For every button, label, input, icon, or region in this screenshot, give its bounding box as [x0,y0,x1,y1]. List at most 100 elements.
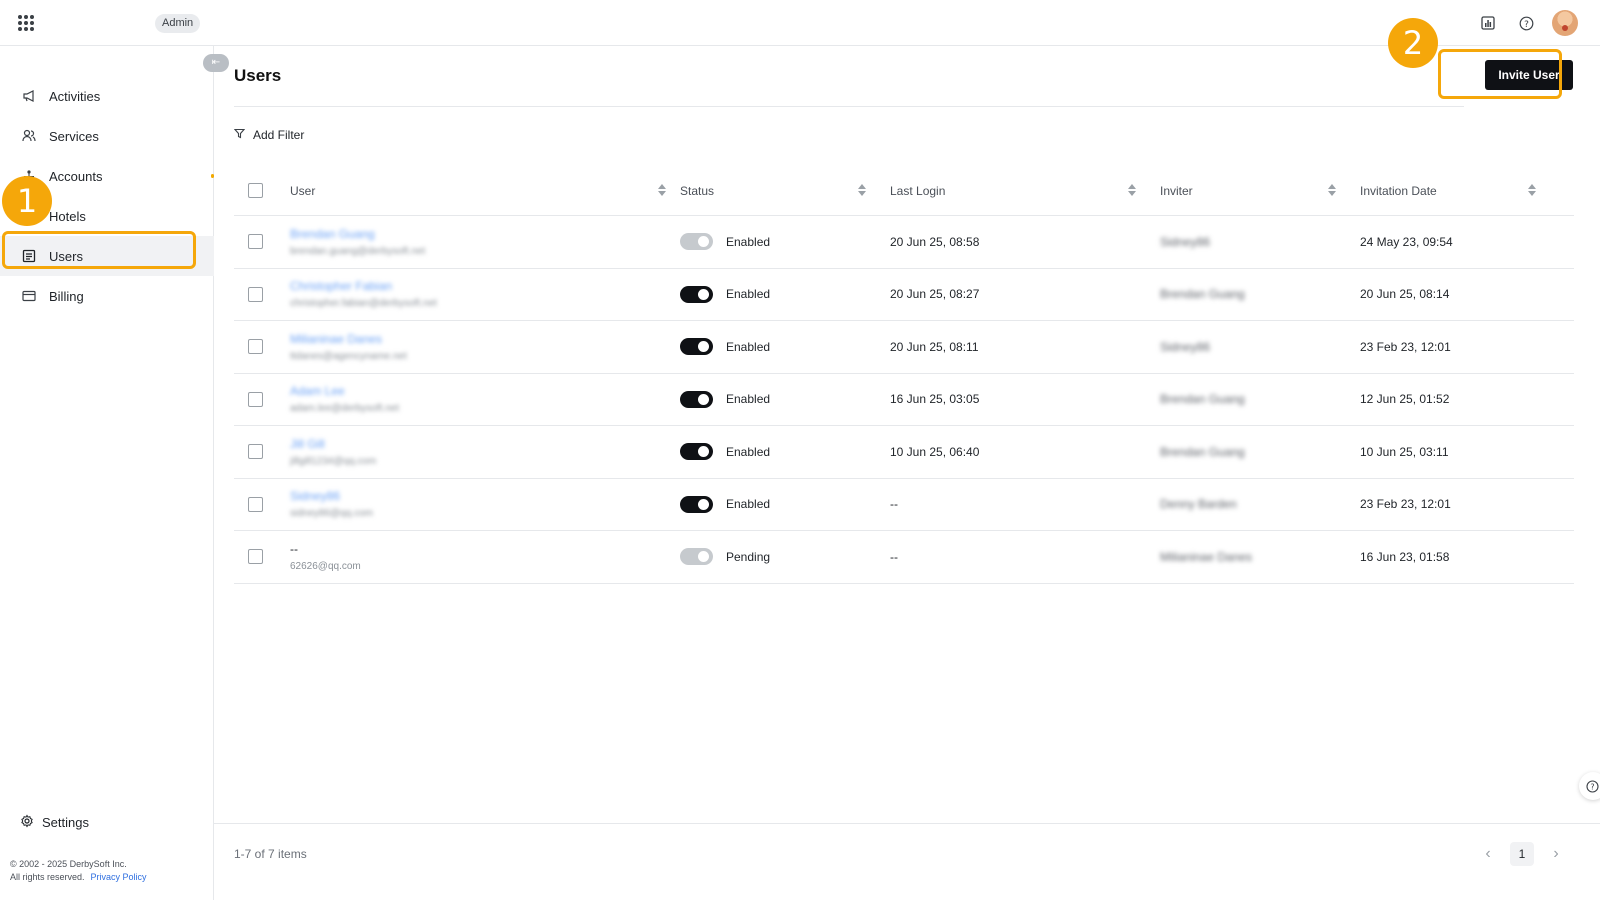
highlight-users-nav [2,231,196,269]
pagination-controls: ‹ 1 › [1480,842,1564,866]
status-toggle[interactable] [680,285,713,303]
column-header-status[interactable]: Status [680,166,880,215]
sort-icon[interactable] [1528,184,1536,196]
main-content: Users Invite User Add Filter User Status… [214,46,1600,900]
page-number[interactable]: 1 [1510,842,1534,866]
add-filter-button[interactable]: Add Filter [233,128,304,142]
status-toggle[interactable] [680,390,713,408]
user-email: jillgill1234@qq.com [290,455,377,467]
user-name-link[interactable]: Milianinae Danes [290,332,382,346]
status-toggle[interactable] [680,548,713,566]
sidebar-item-label: Accounts [49,168,103,184]
gear-icon [20,814,34,831]
card-icon [22,289,36,303]
table-row[interactable]: Jill Gill jillgill1234@qq.com Enabled 10 Ju… [234,426,1574,479]
last-login-cell: 16 Jun 25, 03:05 [890,392,980,407]
last-login-cell: 20 Jun 25, 08:11 [890,339,979,354]
invitation-date-cell: 12 Jun 25, 01:52 [1360,392,1450,407]
last-login-cell: 10 Jun 25, 06:40 [890,444,980,459]
megaphone-icon [22,89,36,103]
svg-text:?: ? [1524,20,1529,30]
row-checkbox[interactable] [248,234,263,250]
table-row[interactable]: Sidney86 sidney86@qq.com Enabled -- Denny Ba… [234,479,1574,531]
status-cell: Enabled [680,285,880,303]
inviter-name: Denny Barden [1160,497,1237,512]
row-checkbox[interactable] [248,549,263,565]
table-row[interactable]: Adam Lee adam.lee@derbysoft.net Enabled 16 … [234,374,1574,426]
select-all-checkbox[interactable] [248,183,263,198]
chevron-left-icon[interactable]: ‹ [1480,846,1496,862]
inviter-cell: Brendan Guang [1150,392,1350,406]
user-name-link[interactable]: Jill Gill [290,437,325,451]
highlight-invite-button [1438,49,1562,99]
invitation-date-cell: 16 Jun 23, 01:58 [1360,549,1450,564]
sort-icon[interactable] [658,184,666,196]
status-text: Enabled [726,444,771,459]
row-checkbox[interactable] [248,496,263,512]
apps-grid-icon[interactable] [18,15,34,31]
table-row[interactable]: Milianinae Danes ttdanes@agencyname.net En… [234,321,1574,374]
sort-icon[interactable] [1328,184,1336,196]
table-body: Brendan Guang brendan.guang@derbysoft.net… [234,216,1574,584]
sort-icon[interactable] [1128,184,1136,196]
pagination-bar: 1-7 of 7 items ‹ 1 › [214,823,1600,900]
status-cell: Pending [680,548,880,566]
status-text: Enabled [726,234,771,249]
row-checkbox[interactable] [248,444,263,460]
row-select-cell [234,496,280,512]
status-toggle[interactable] [680,495,713,513]
user-name-link[interactable]: Brendan Guang [290,227,375,241]
user-name-link[interactable]: Christopher Fabian [290,279,392,293]
row-checkbox[interactable] [248,339,263,355]
column-label: Inviter [1160,183,1193,198]
help-icon[interactable]: ? [1514,11,1538,35]
inviter-name: Sidney86 [1160,234,1211,249]
sidebar-item-label: Billing [49,288,84,304]
user-name-link[interactable]: -- [290,542,298,556]
inviter-cell: Sidney86 [1150,235,1350,249]
sort-icon[interactable] [858,184,866,196]
copyright-line: © 2002 - 2025 DerbySoft Inc. [10,859,127,869]
status-cell: Enabled [680,233,880,251]
column-header-invitation-date[interactable]: Invitation Date [1350,166,1550,215]
user-cell: Christopher Fabian christopher.fabian@der… [280,279,680,309]
settings-label: Settings [42,815,89,830]
row-checkbox[interactable] [248,286,263,302]
sidebar-item-activities[interactable]: Activities [0,76,214,116]
status-toggle[interactable] [680,233,713,251]
user-name-link[interactable]: Adam Lee [290,384,345,398]
chevron-right-icon[interactable]: › [1548,846,1564,862]
column-header-user[interactable]: User [280,166,680,215]
table-row[interactable]: Christopher Fabian christopher.fabian@der… [234,269,1574,321]
avatar[interactable] [1552,10,1578,36]
status-toggle[interactable] [680,338,713,356]
privacy-policy-link[interactable]: Privacy Policy [91,872,147,882]
pagination-summary: 1-7 of 7 items [234,847,307,861]
user-email: adam.lee@derbysoft.net [290,403,400,415]
last-login-cell: -- [890,497,898,512]
floating-help-button[interactable]: ? [1579,772,1600,800]
inviter-name: Brendan Guang [1160,392,1245,407]
invitation-date-cell: 23 Feb 23, 12:01 [1360,497,1451,512]
collapse-sidebar-button[interactable]: ⇤ [203,54,229,72]
status-cell: Enabled [680,390,880,408]
row-select-cell [234,286,280,302]
row-select-cell [234,234,280,250]
column-header-inviter[interactable]: Inviter [1150,166,1350,215]
table-row[interactable]: Brendan Guang brendan.guang@derbysoft.net… [234,216,1574,269]
sidebar-item-billing[interactable]: Billing [0,276,214,316]
row-checkbox[interactable] [248,391,263,407]
settings-link[interactable]: Settings [20,814,89,831]
report-icon[interactable] [1476,11,1500,35]
user-name-link[interactable]: Sidney86 [290,489,340,503]
top-actions: ? [1476,10,1578,36]
status-toggle[interactable] [680,443,713,461]
user-email: christopher.fabian@derbysoft.net [290,298,437,310]
sidebar-item-label: Activities [49,88,101,104]
table-row[interactable]: -- 62626@qq.com Pending -- Milianinae Danes 1… [234,531,1574,584]
column-header-last-login[interactable]: Last Login [880,166,1150,215]
user-cell: -- 62626@qq.com [280,542,680,572]
sidebar-item-services[interactable]: Services [0,116,214,156]
inviter-cell: Sidney86 [1150,340,1350,354]
svg-text:?: ? [1590,782,1594,791]
